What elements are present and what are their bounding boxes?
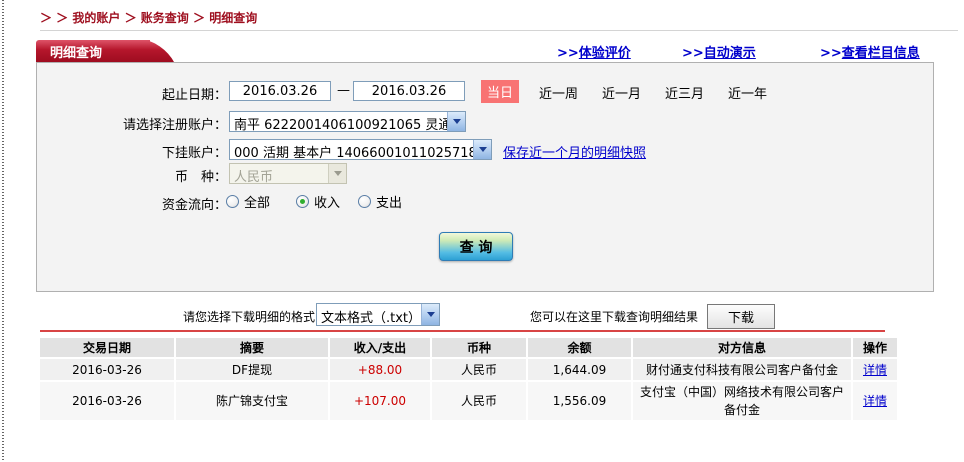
save-snapshot-link[interactable]: 保存近一个月的明细快照: [503, 142, 646, 161]
cell-amount: +107.00: [330, 382, 430, 420]
date-to-input[interactable]: [353, 81, 465, 101]
link-experience-feedback[interactable]: >>体验评价: [557, 42, 631, 61]
link-label: 自动演示: [703, 46, 756, 61]
quick-range-week[interactable]: 近一周: [539, 83, 578, 102]
link-view-column-info[interactable]: >>查看栏目信息: [820, 42, 920, 61]
breadcrumb-divider: [40, 30, 958, 31]
currency-label: 币 种：: [174, 170, 227, 185]
currency-select-disabled: 人民币: [229, 163, 347, 184]
tab-detail-query[interactable]: 明细查询: [36, 40, 150, 62]
link-label: 体验评价: [578, 46, 631, 61]
cell-currency: 人民币: [432, 382, 526, 420]
flow-option-label: 收入: [314, 196, 341, 211]
currency-value: 人民币: [234, 170, 274, 183]
col-header-summary: 摘要: [176, 338, 328, 357]
detail-link[interactable]: 详情: [863, 363, 887, 377]
radio-icon: [226, 195, 239, 208]
flow-radio-income[interactable]: 收入: [296, 192, 340, 211]
download-format-label: 请您选择下载明细的格式: [183, 310, 316, 324]
query-form-panel: 起止日期： — 当日 近一周 近一月 近三月 近一年 请选择注册账户： 南平 6…: [36, 62, 934, 292]
breadcrumb-separator: ＞: [124, 11, 137, 25]
download-format-value: 文本格式（.txt）: [321, 311, 421, 325]
date-from-input[interactable]: [229, 81, 331, 101]
fund-flow-label: 资金流向：: [161, 198, 227, 213]
cell-action: 详情: [853, 359, 897, 380]
col-header-counterparty: 对方信息: [633, 338, 851, 357]
col-header-balance: 余额: [528, 338, 631, 357]
cell-amount: +88.00: [330, 359, 430, 380]
breadcrumb-detail-query[interactable]: 明细查询: [209, 11, 257, 25]
cell-date: 2016-03-26: [40, 382, 174, 420]
flow-radio-all[interactable]: 全部: [226, 192, 270, 211]
sub-account-value: 000 活期 基本户 1406600101102571848: [234, 146, 473, 159]
register-account-value: 南平 6222001406100921065 灵通卡: [234, 118, 447, 131]
quick-range-year[interactable]: 近一年: [728, 83, 767, 102]
detail-link[interactable]: 详情: [863, 394, 887, 408]
table-row: 2016-03-26 陈广锦支付宝 +107.00 人民币 1,556.09 支…: [40, 382, 897, 420]
flow-radio-expense[interactable]: 支出: [358, 192, 402, 211]
link-label: 查看栏目信息: [841, 46, 920, 61]
chevron-down-icon: [328, 164, 346, 183]
link-arrows: >>: [820, 46, 842, 61]
table-top-divider: [40, 330, 885, 332]
quick-range-today[interactable]: 当日: [481, 80, 520, 103]
register-account-label: 请选择注册账户：: [122, 118, 227, 133]
cell-counterparty: 支付宝（中国）网络技术有限公司客户备付金: [633, 382, 851, 420]
radio-icon: [358, 195, 371, 208]
link-arrows: >>: [557, 46, 579, 61]
download-hint: 您可以在这里下载查询明细结果: [530, 310, 699, 324]
table-row: 2016-03-26 DF提现 +88.00 人民币 1,644.09 财付通支…: [40, 359, 897, 380]
breadcrumb-prefix: ＞ ＞: [40, 11, 69, 25]
breadcrumb-account-query[interactable]: 账务查询: [141, 11, 189, 25]
page: ＞ ＞ 我的账户 ＞ 账务查询 ＞ 明细查询 明细查询 >>体验评价 >>自动演…: [0, 0, 964, 462]
download-format-select[interactable]: 文本格式（.txt）: [316, 303, 440, 326]
results-table: 交易日期 摘要 收入/支出 币种 余额 对方信息 操作 2016-03-26 D…: [38, 336, 899, 422]
quick-range-quarter[interactable]: 近三月: [665, 83, 704, 102]
col-header-amount: 收入/支出: [330, 338, 430, 357]
download-button[interactable]: 下载: [707, 304, 775, 329]
link-arrows: >>: [682, 46, 704, 61]
cell-balance: 1,556.09: [528, 382, 631, 420]
breadcrumb-my-account[interactable]: 我的账户: [72, 11, 120, 25]
register-account-select[interactable]: 南平 6222001406100921065 灵通卡: [229, 111, 466, 132]
date-dash: —: [337, 83, 350, 98]
cell-action: 详情: [853, 382, 897, 420]
cell-currency: 人民币: [432, 359, 526, 380]
tab-title: 明细查询: [50, 45, 103, 61]
sub-account-select[interactable]: 000 活期 基本户 1406600101102571848: [229, 139, 492, 160]
chevron-down-icon: [473, 140, 491, 159]
col-header-date: 交易日期: [40, 338, 174, 357]
date-range-label: 起止日期：: [161, 88, 227, 103]
chevron-down-icon: [421, 304, 439, 325]
radio-selected-icon: [296, 195, 309, 208]
flow-option-label: 全部: [244, 196, 271, 211]
link-auto-demo[interactable]: >>自动演示: [682, 42, 756, 61]
chevron-down-icon: [447, 112, 465, 131]
table-header-row: 交易日期 摘要 收入/支出 币种 余额 对方信息 操作: [40, 338, 897, 357]
col-header-currency: 币种: [432, 338, 526, 357]
col-header-action: 操作: [853, 338, 897, 357]
left-dotted-border: [2, 0, 4, 462]
flow-option-label: 支出: [376, 196, 403, 211]
cell-counterparty: 财付通支付科技有限公司客户备付金: [633, 359, 851, 380]
cell-summary: 陈广锦支付宝: [176, 382, 328, 420]
breadcrumb-separator: ＞: [192, 11, 205, 25]
sub-account-label: 下挂账户：: [161, 146, 227, 161]
quick-range-month[interactable]: 近一月: [602, 83, 641, 102]
breadcrumb: ＞ ＞ 我的账户 ＞ 账务查询 ＞ 明细查询: [40, 9, 257, 26]
query-button[interactable]: 查 询: [439, 232, 513, 261]
cell-summary: DF提现: [176, 359, 328, 380]
cell-date: 2016-03-26: [40, 359, 174, 380]
cell-balance: 1,644.09: [528, 359, 631, 380]
